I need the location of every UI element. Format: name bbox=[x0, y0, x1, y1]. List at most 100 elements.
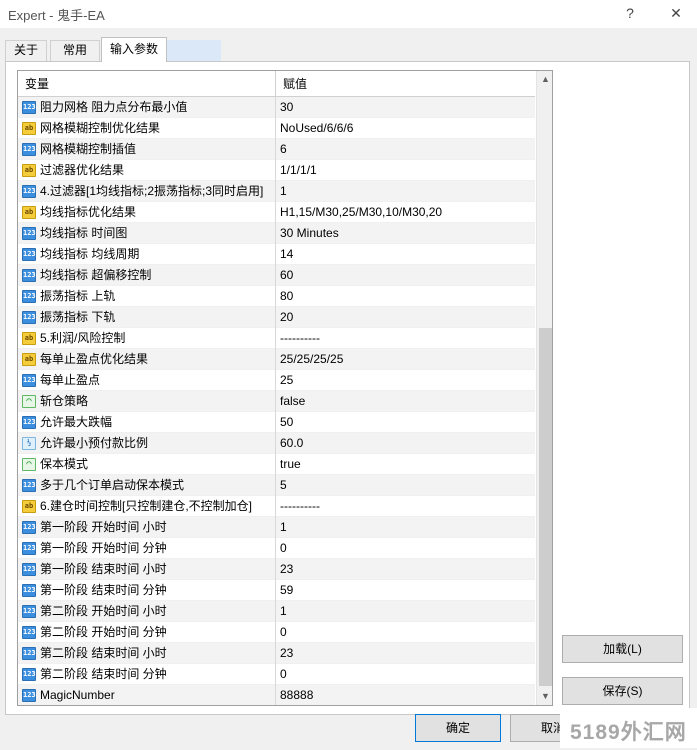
parameter-row[interactable]: 123 网格模糊控制插值 6 bbox=[18, 139, 535, 160]
parameter-value[interactable]: 1 bbox=[276, 601, 535, 622]
parameter-name-cell[interactable]: ab 6.建仓时间控制[只控制建仓,不控制加仓] bbox=[18, 496, 276, 517]
tab-inputs[interactable]: 输入参数 bbox=[101, 37, 167, 62]
parameter-value[interactable]: 60.0 bbox=[276, 433, 535, 454]
parameter-value[interactable]: 5 bbox=[276, 475, 535, 496]
parameter-value[interactable]: 1 bbox=[276, 181, 535, 202]
parameter-value[interactable]: 30 Minutes bbox=[276, 223, 535, 244]
parameter-name-cell[interactable]: 123 第二阶段 开始时间 小时 bbox=[18, 601, 276, 622]
parameter-name-cell[interactable]: 123 振荡指标 上轨 bbox=[18, 286, 276, 307]
parameter-value[interactable]: 0 bbox=[276, 538, 535, 559]
parameter-name-cell[interactable]: 123 多于几个订单启动保本模式 bbox=[18, 475, 276, 496]
parameter-row[interactable]: ab 每单止盈点优化结果 25/25/25/25 bbox=[18, 349, 535, 370]
save-button[interactable]: 保存(S) bbox=[562, 677, 683, 705]
parameter-row[interactable]: ab 5.利润/风险控制 ---------- bbox=[18, 328, 535, 349]
parameter-name-cell[interactable]: 123 阻力网格 阻力点分布最小值 bbox=[18, 97, 276, 118]
parameter-row[interactable]: 123 第二阶段 结束时间 小时 23 bbox=[18, 643, 535, 664]
parameter-value[interactable]: false bbox=[276, 391, 535, 412]
parameter-row[interactable]: 123 阻力网格 阻力点分布最小值 30 bbox=[18, 97, 535, 118]
parameter-row[interactable]: 123 第二阶段 开始时间 分钟 0 bbox=[18, 622, 535, 643]
parameter-value[interactable]: 1 bbox=[276, 517, 535, 538]
parameter-row[interactable]: ½ 允许最小预付款比例 60.0 bbox=[18, 433, 535, 454]
parameter-name-cell[interactable]: 123 第一阶段 结束时间 小时 bbox=[18, 559, 276, 580]
parameter-value[interactable]: 0 bbox=[276, 664, 535, 685]
parameter-row[interactable]: ab 均线指标优化结果 H1,15/M30,25/M30,10/M30,20 bbox=[18, 202, 535, 223]
parameter-name-cell[interactable]: ⌒ 斩仓策略 bbox=[18, 391, 276, 412]
parameter-row[interactable]: 123 第一阶段 结束时间 分钟 59 bbox=[18, 580, 535, 601]
parameter-row[interactable]: ab 6.建仓时间控制[只控制建仓,不控制加仓] ---------- bbox=[18, 496, 535, 517]
parameter-row[interactable]: 123 均线指标 时间图 30 Minutes bbox=[18, 223, 535, 244]
parameter-name-cell[interactable]: 123 振荡指标 下轨 bbox=[18, 307, 276, 328]
parameter-value[interactable]: 23 bbox=[276, 559, 535, 580]
parameter-name-cell[interactable]: 123 均线指标 均线周期 bbox=[18, 244, 276, 265]
scroll-thumb[interactable] bbox=[539, 328, 552, 686]
ok-button[interactable]: 确定 bbox=[415, 714, 501, 742]
parameter-name-cell[interactable]: 123 第一阶段 结束时间 分钟 bbox=[18, 580, 276, 601]
parameter-name-cell[interactable]: 123 第二阶段 结束时间 分钟 bbox=[18, 664, 276, 685]
parameter-name-cell[interactable]: 123 每单止盈点 bbox=[18, 370, 276, 391]
parameter-value[interactable]: true bbox=[276, 454, 535, 475]
help-button[interactable]: ? bbox=[620, 3, 640, 23]
parameter-name-cell[interactable]: 123 第二阶段 结束时间 小时 bbox=[18, 643, 276, 664]
parameter-value[interactable]: 20 bbox=[276, 307, 535, 328]
parameter-name-cell[interactable]: ab 每单止盈点优化结果 bbox=[18, 349, 276, 370]
tab-extra[interactable] bbox=[167, 40, 221, 61]
parameter-value[interactable]: 80 bbox=[276, 286, 535, 307]
parameter-value[interactable]: 50 bbox=[276, 412, 535, 433]
parameter-row[interactable]: 123 均线指标 均线周期 14 bbox=[18, 244, 535, 265]
parameter-row[interactable]: ⌒ 斩仓策略 false bbox=[18, 391, 535, 412]
parameter-name-cell[interactable]: ab 均线指标优化结果 bbox=[18, 202, 276, 223]
parameter-name-cell[interactable]: ab 网格模糊控制优化结果 bbox=[18, 118, 276, 139]
load-button[interactable]: 加载(L) bbox=[562, 635, 683, 663]
parameter-value[interactable]: 59 bbox=[276, 580, 535, 601]
parameter-value[interactable]: 25/25/25/25 bbox=[276, 349, 535, 370]
parameter-name-cell[interactable]: ab 过滤器优化结果 bbox=[18, 160, 276, 181]
parameter-name-cell[interactable]: ½ 允许最小预付款比例 bbox=[18, 433, 276, 454]
parameter-row[interactable]: ab 过滤器优化结果 1/1/1/1 bbox=[18, 160, 535, 181]
parameter-row[interactable]: ab 网格模糊控制优化结果 NoUsed/6/6/6 bbox=[18, 118, 535, 139]
scroll-down-icon[interactable]: ▼ bbox=[537, 688, 552, 705]
parameter-name-cell[interactable]: 123 第一阶段 开始时间 小时 bbox=[18, 517, 276, 538]
parameter-row[interactable]: 123 第二阶段 开始时间 小时 1 bbox=[18, 601, 535, 622]
scroll-up-icon[interactable]: ▲ bbox=[537, 71, 552, 88]
parameter-row[interactable]: 123 均线指标 超偏移控制 60 bbox=[18, 265, 535, 286]
close-button[interactable]: ✕ bbox=[666, 3, 686, 23]
parameter-row[interactable]: 123 第一阶段 开始时间 小时 1 bbox=[18, 517, 535, 538]
parameter-row[interactable]: ⌒ 保本模式 true bbox=[18, 454, 535, 475]
parameter-name-cell[interactable]: 123 均线指标 超偏移控制 bbox=[18, 265, 276, 286]
parameter-row[interactable]: 123 第一阶段 开始时间 分钟 0 bbox=[18, 538, 535, 559]
parameter-value[interactable]: H1,15/M30,25/M30,10/M30,20 bbox=[276, 202, 535, 223]
parameter-name-cell[interactable]: 123 4.过滤器[1均线指标;2振荡指标;3同时启用] bbox=[18, 181, 276, 202]
parameter-value[interactable]: 0 bbox=[276, 622, 535, 643]
parameter-name-cell[interactable]: ab 5.利润/风险控制 bbox=[18, 328, 276, 349]
parameter-row[interactable]: 123 MagicNumber 88888 bbox=[18, 685, 535, 705]
parameter-row[interactable]: 123 第二阶段 结束时间 分钟 0 bbox=[18, 664, 535, 685]
parameter-value[interactable]: 25 bbox=[276, 370, 535, 391]
parameter-row[interactable]: 123 振荡指标 上轨 80 bbox=[18, 286, 535, 307]
parameter-row[interactable]: 123 第一阶段 结束时间 小时 23 bbox=[18, 559, 535, 580]
parameter-name-cell[interactable]: 123 均线指标 时间图 bbox=[18, 223, 276, 244]
parameter-name-cell[interactable]: 123 允许最大跌幅 bbox=[18, 412, 276, 433]
parameter-row[interactable]: 123 每单止盈点 25 bbox=[18, 370, 535, 391]
parameter-row[interactable]: 123 多于几个订单启动保本模式 5 bbox=[18, 475, 535, 496]
header-value[interactable]: 赋值 bbox=[276, 71, 307, 97]
parameter-value[interactable]: ---------- bbox=[276, 496, 535, 517]
parameter-value[interactable]: ---------- bbox=[276, 328, 535, 349]
tab-common[interactable]: 常用 bbox=[50, 40, 100, 61]
parameter-name-cell[interactable]: 123 第一阶段 开始时间 分钟 bbox=[18, 538, 276, 559]
parameter-value[interactable]: 1/1/1/1 bbox=[276, 160, 535, 181]
parameter-value[interactable]: NoUsed/6/6/6 bbox=[276, 118, 535, 139]
parameter-value[interactable]: 23 bbox=[276, 643, 535, 664]
parameter-name-cell[interactable]: 123 第二阶段 开始时间 分钟 bbox=[18, 622, 276, 643]
parameter-name-cell[interactable]: ⌒ 保本模式 bbox=[18, 454, 276, 475]
parameter-name-cell[interactable]: 123 MagicNumber bbox=[18, 685, 276, 705]
parameter-value[interactable]: 30 bbox=[276, 97, 535, 118]
parameter-value[interactable]: 60 bbox=[276, 265, 535, 286]
parameter-row[interactable]: 123 4.过滤器[1均线指标;2振荡指标;3同时启用] 1 bbox=[18, 181, 535, 202]
vertical-scrollbar[interactable]: ▲ ▼ bbox=[536, 71, 552, 705]
parameter-name-cell[interactable]: 123 网格模糊控制插值 bbox=[18, 139, 276, 160]
parameter-row[interactable]: 123 振荡指标 下轨 20 bbox=[18, 307, 535, 328]
parameter-row[interactable]: 123 允许最大跌幅 50 bbox=[18, 412, 535, 433]
parameter-value[interactable]: 6 bbox=[276, 139, 535, 160]
parameter-value[interactable]: 88888 bbox=[276, 685, 535, 705]
tab-about[interactable]: 关于 bbox=[5, 40, 47, 61]
